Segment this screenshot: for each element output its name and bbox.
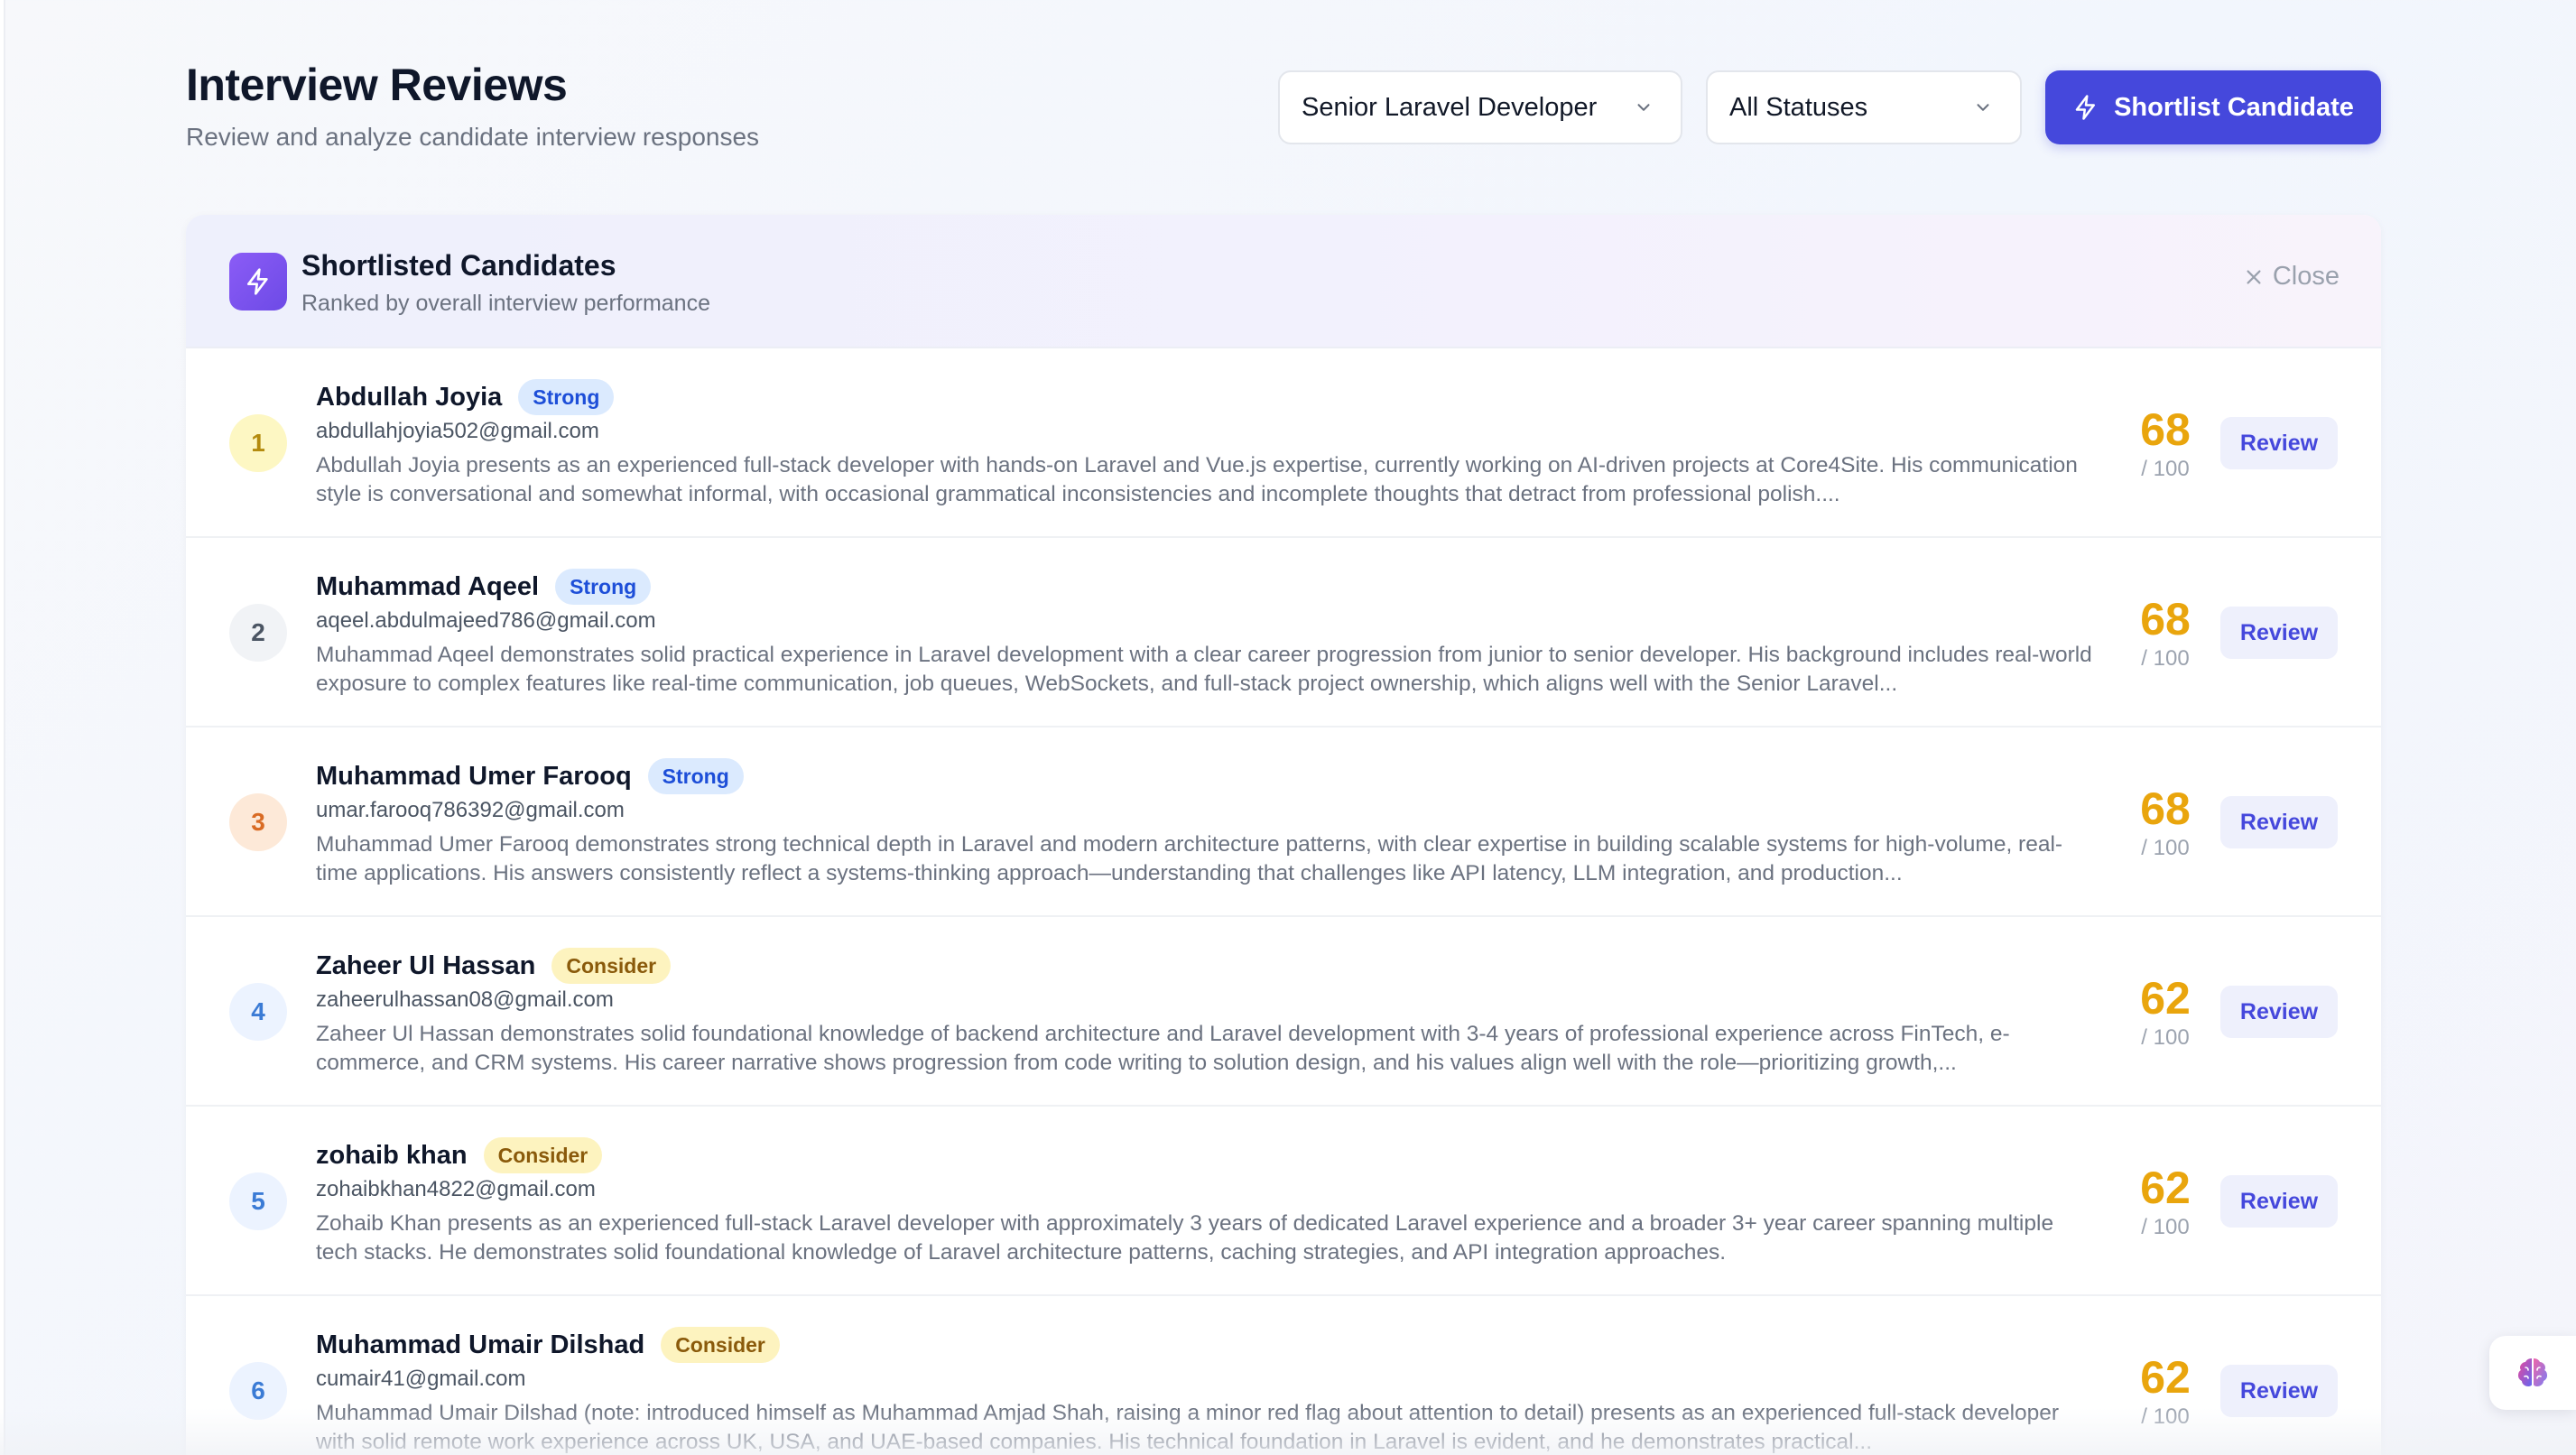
shortlist-candidate-button[interactable]: Shortlist Candidate — [2045, 70, 2381, 144]
candidate-name: zohaib khan — [316, 1140, 468, 1170]
score-value: 62 — [2140, 1163, 2191, 1213]
review-button[interactable]: Review — [2220, 1365, 2338, 1417]
candidate-name: Muhammad Umer Farooq — [316, 761, 632, 791]
candidate-row: 4 Zaheer Ul Hassan Consider zaheerulhass… — [186, 917, 2381, 1107]
candidate-email: zohaibkhan4822@gmail.com — [316, 1177, 596, 1201]
page-content: Interview Reviews Review and analyze can… — [186, 0, 2381, 1455]
rank-badge: 6 — [229, 1362, 287, 1420]
candidate-email: cumair41@gmail.com — [316, 1367, 526, 1391]
header-controls: Senior Laravel Developer All Statuses Sh… — [1278, 70, 2381, 144]
score-block: 62 / 100 — [2125, 973, 2206, 1051]
candidate-info: Zaheer Ul Hassan Consider zaheerulhassan… — [316, 946, 2094, 1078]
review-button[interactable]: Review — [2220, 607, 2338, 659]
candidate-summary: Abdullah Joyia presents as an experience… — [316, 453, 2078, 506]
rank-badge: 2 — [229, 604, 287, 662]
candidate-info: Muhammad Aqeel Strong aqeel.abdulmajeed7… — [316, 567, 2094, 699]
score-block: 62 / 100 — [2125, 1163, 2206, 1240]
brain-icon — [2518, 1358, 2547, 1386]
candidate-row: 6 Muhammad Umair Dilshad Consider cumair… — [186, 1296, 2381, 1455]
recommendation-badge: Strong — [518, 379, 615, 415]
candidate-name: Muhammad Aqeel — [316, 571, 540, 601]
recommendation-badge: Strong — [555, 569, 652, 605]
candidate-summary: Muhammad Umair Dilshad (note: introduced… — [316, 1401, 2060, 1454]
rank-badge: 5 — [229, 1172, 287, 1230]
candidate-email: abdullahjoyia502@gmail.com — [316, 419, 599, 443]
job-filter-value: Senior Laravel Developer — [1302, 92, 1598, 122]
chevron-down-icon — [1977, 104, 1989, 111]
close-panel-button[interactable]: Close — [2244, 262, 2340, 292]
close-icon — [2247, 269, 2261, 284]
panel-header: Shortlisted Candidates Ranked by overall… — [186, 215, 2381, 348]
candidate-name-line: Zaheer Ul Hassan Consider — [316, 946, 2094, 986]
candidate-name: Muhammad Umair Dilshad — [316, 1330, 645, 1359]
shortlist-candidate-label: Shortlist Candidate — [2114, 92, 2354, 122]
candidate-email: zaheerulhassan08@gmail.com — [316, 987, 614, 1012]
score-max: / 100 — [2141, 1025, 2190, 1050]
score-max: / 100 — [2141, 1404, 2190, 1429]
page-header: Interview Reviews Review and analyze can… — [186, 56, 2381, 164]
job-filter-select[interactable]: Senior Laravel Developer — [1278, 70, 1682, 144]
panel-subtitle: Ranked by overall interview performance — [301, 291, 710, 316]
score-value: 62 — [2140, 1352, 2191, 1403]
candidate-name: Zaheer Ul Hassan — [316, 950, 536, 980]
candidate-row: 1 Abdullah Joyia Strong abdullahjoyia502… — [186, 348, 2381, 538]
recommendation-badge: Consider — [483, 1137, 603, 1173]
candidate-email: aqeel.abdulmajeed786@gmail.com — [316, 608, 656, 633]
score-value: 68 — [2140, 404, 2191, 455]
candidate-info: Muhammad Umer Farooq Strong umar.farooq7… — [316, 756, 2094, 888]
score-value: 68 — [2140, 594, 2191, 644]
bolt-icon — [247, 268, 268, 295]
left-edge-divider — [0, 0, 5, 1455]
recommendation-badge: Strong — [647, 758, 744, 794]
chevron-down-icon — [1637, 104, 1650, 111]
score-max: / 100 — [2141, 836, 2190, 860]
recommendation-badge: Consider — [661, 1327, 780, 1363]
review-button[interactable]: Review — [2220, 796, 2338, 848]
candidate-info: Abdullah Joyia Strong abdullahjoyia502@g… — [316, 377, 2094, 509]
candidate-name-line: Muhammad Aqeel Strong — [316, 567, 2094, 607]
candidate-row: 5 zohaib khan Consider zohaibkhan4822@gm… — [186, 1107, 2381, 1296]
score-value: 68 — [2140, 783, 2191, 834]
candidate-row: 3 Muhammad Umer Farooq Strong umar.faroo… — [186, 728, 2381, 917]
close-label: Close — [2272, 262, 2340, 291]
candidate-name-line: Muhammad Umair Dilshad Consider — [316, 1325, 2094, 1365]
score-block: 68 / 100 — [2125, 783, 2206, 861]
candidate-name-line: Muhammad Umer Farooq Strong — [316, 756, 2094, 796]
candidate-summary: Zohaib Khan presents as an experienced f… — [316, 1211, 2054, 1265]
candidate-summary: Zaheer Ul Hassan demonstrates solid foun… — [316, 1022, 2010, 1075]
review-button[interactable]: Review — [2220, 417, 2338, 469]
candidate-info: zohaib khan Consider zohaibkhan4822@gmai… — [316, 1135, 2094, 1267]
rank-badge: 3 — [229, 793, 287, 851]
candidate-summary: Muhammad Umer Farooq demonstrates strong… — [316, 832, 2063, 885]
review-button[interactable]: Review — [2220, 1175, 2338, 1228]
recommendation-badge: Consider — [551, 948, 672, 984]
panel-title: Shortlisted Candidates — [301, 249, 616, 282]
score-block: 62 / 100 — [2125, 1352, 2206, 1430]
candidate-name-line: zohaib khan Consider — [316, 1135, 2094, 1175]
score-max: / 100 — [2141, 457, 2190, 481]
candidate-name: Abdullah Joyia — [316, 382, 503, 412]
score-max: / 100 — [2141, 646, 2190, 671]
rank-badge: 1 — [229, 414, 287, 472]
panel-icon-box — [229, 253, 287, 310]
score-max: / 100 — [2141, 1215, 2190, 1239]
bolt-icon — [2075, 95, 2096, 120]
candidate-info: Muhammad Umair Dilshad Consider cumair41… — [316, 1325, 2094, 1455]
score-block: 68 / 100 — [2125, 404, 2206, 482]
assistant-button[interactable] — [2489, 1336, 2576, 1410]
shortlisted-candidates-panel: Shortlisted Candidates Ranked by overall… — [186, 215, 2381, 1455]
score-value: 62 — [2140, 973, 2191, 1024]
review-button[interactable]: Review — [2220, 986, 2338, 1038]
rank-badge: 4 — [229, 983, 287, 1041]
status-filter-select[interactable]: All Statuses — [1706, 70, 2022, 144]
candidate-name-line: Abdullah Joyia Strong — [316, 377, 2094, 417]
candidate-email: umar.farooq786392@gmail.com — [316, 798, 625, 822]
score-block: 68 / 100 — [2125, 594, 2206, 672]
candidate-row: 2 Muhammad Aqeel Strong aqeel.abdulmajee… — [186, 538, 2381, 728]
status-filter-value: All Statuses — [1729, 92, 1868, 122]
candidate-summary: Muhammad Aqeel demonstrates solid practi… — [316, 643, 2092, 696]
